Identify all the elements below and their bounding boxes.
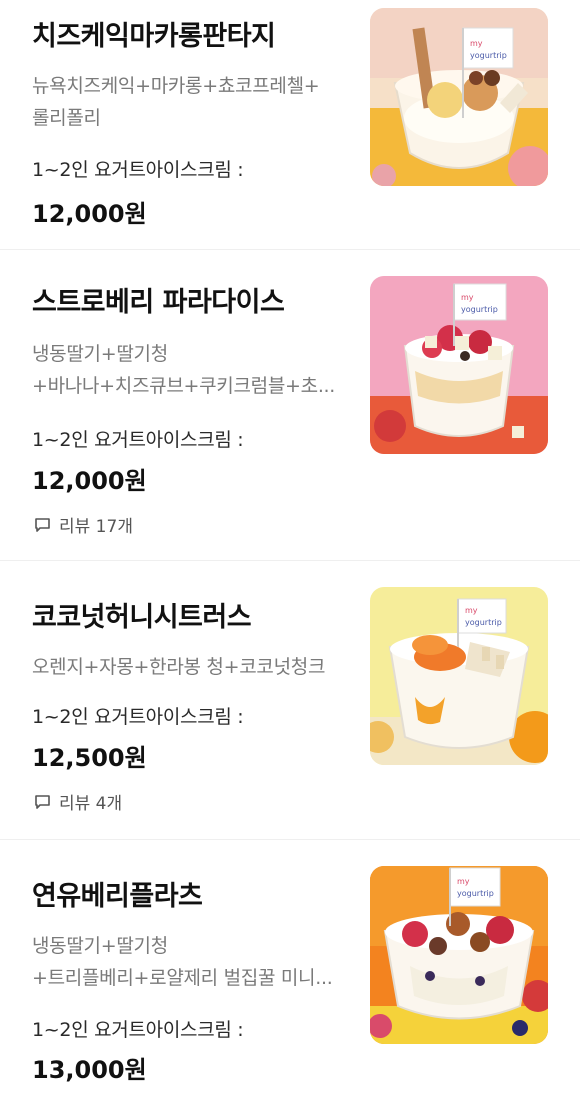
menu-item-price: 12,000원: [32, 200, 147, 228]
menu-item-price: 13,000원: [32, 1056, 147, 1084]
svg-text:my: my: [465, 606, 478, 615]
svg-text:my: my: [470, 39, 483, 48]
menu-item-name: 스트로베리 파라다이스: [32, 287, 285, 318]
menu-item-photo[interactable]: my yogurtrip: [370, 587, 548, 765]
menu-item-review-count[interactable]: 리뷰 17개: [34, 512, 133, 537]
menu-item-price: 12,000원: [32, 467, 147, 495]
menu-item-name: 연유베리플라츠: [32, 881, 203, 912]
menu-item-photo[interactable]: my yogurtrip: [370, 8, 548, 186]
menu-item-photo[interactable]: my yogurtrip: [370, 866, 548, 1044]
menu-item-name: 코코넛허니시트러스: [32, 602, 252, 633]
speech-bubble-icon: [35, 794, 50, 809]
menu-item-description: 뉴욕치즈케익+마카롱+쵸코프레첼+ 롤리폴리: [32, 75, 320, 129]
menu-item-option: 1~2인 요거트아이스크림 :: [32, 1019, 244, 1041]
menu-item-condensed-milk-berry-plats[interactable]: 연유베리플라츠 냉동딸기+딸기청 +트리플베리+로얄제리 벌집꿀 미니... 1…: [0, 840, 580, 1106]
menu-list: 치즈케익마카롱판타지 뉴욕치즈케익+마카롱+쵸코프레첼+ 롤리폴리 1~2인 요…: [0, 0, 580, 1106]
menu-item-coconut-honey-citrus[interactable]: 코코넛허니시트러스 오렌지+자몽+한라봉 청+코코넛청크 1~2인 요거트아이스…: [0, 561, 580, 840]
svg-text:yogurtrip: yogurtrip: [465, 618, 502, 627]
svg-text:yogurtrip: yogurtrip: [461, 305, 498, 314]
speech-bubble-icon: [35, 517, 50, 532]
menu-item-description: 냉동딸기+딸기청 +바나나+치즈큐브+쿠키크럼블+초...: [32, 343, 336, 397]
menu-item-photo[interactable]: my yogurtrip: [370, 276, 548, 454]
menu-item-review-count[interactable]: 리뷰 4개: [34, 789, 122, 814]
menu-item-cheesecake-macaron-fantasy[interactable]: 치즈케익마카롱판타지 뉴욕치즈케익+마카롱+쵸코프레첼+ 롤리폴리 1~2인 요…: [0, 0, 580, 250]
menu-item-name: 치즈케익마카롱판타지: [32, 21, 276, 52]
menu-item-option: 1~2인 요거트아이스크림 :: [32, 429, 244, 451]
menu-item-description: 오렌지+자몽+한라봉 청+코코넛청크: [32, 656, 326, 678]
svg-text:my: my: [461, 293, 474, 302]
svg-text:yogurtrip: yogurtrip: [457, 889, 494, 898]
menu-item-option: 1~2인 요거트아이스크림 :: [32, 159, 244, 181]
menu-item-option: 1~2인 요거트아이스크림 :: [32, 706, 244, 728]
menu-item-price: 12,500원: [32, 744, 147, 772]
svg-text:yogurtrip: yogurtrip: [470, 51, 507, 60]
svg-text:my: my: [457, 877, 470, 886]
menu-item-strawberry-paradise[interactable]: 스트로베리 파라다이스 냉동딸기+딸기청 +바나나+치즈큐브+쿠키크럼블+초..…: [0, 250, 580, 561]
menu-item-description: 냉동딸기+딸기청 +트리플베리+로얄제리 벌집꿀 미니...: [32, 935, 333, 989]
